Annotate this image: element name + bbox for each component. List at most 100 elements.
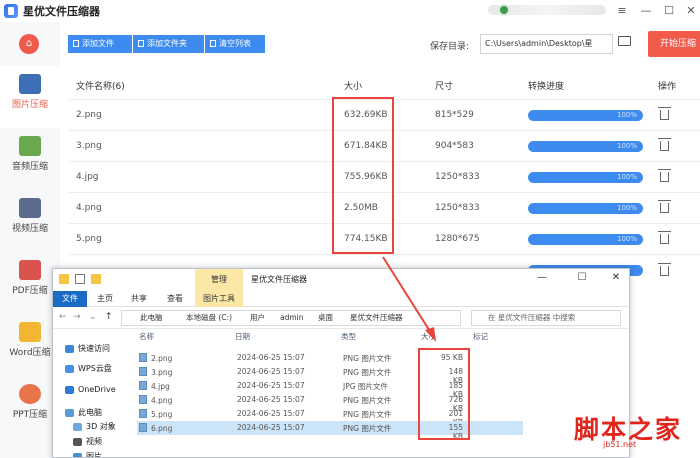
explorer-file-list: 名称 日期 类型 大小 标记 2.png 2024-06-25 15:07 PN…: [135, 331, 629, 457]
file-name: 2.png: [76, 110, 102, 120]
sidebar-item-label: 视频压缩: [11, 224, 48, 234]
breadcrumb-item[interactable]: 本地磁盘 (C:): [186, 311, 232, 325]
explorer-minimize-button[interactable]: —: [535, 272, 549, 283]
explorer-maximize-button[interactable]: ☐: [575, 272, 589, 283]
progress-bar: 100%: [528, 224, 643, 254]
user-avatar[interactable]: [498, 4, 510, 16]
add-folder-button[interactable]: 添加文件夹: [133, 35, 204, 53]
nav-videos[interactable]: 视频: [73, 436, 102, 447]
start-compress-button[interactable]: 开始压缩: [648, 31, 700, 57]
col-size[interactable]: 大小: [421, 331, 436, 345]
nav-label: 此电脑: [78, 408, 102, 417]
tab-home[interactable]: 主页: [91, 291, 119, 307]
clear-icon: [210, 40, 216, 47]
delete-icon[interactable]: [658, 255, 671, 286]
pdf-icon: [19, 260, 41, 280]
sidebar-item-image[interactable]: 图片压缩: [0, 66, 60, 128]
folder-icon: [138, 40, 144, 47]
address-input[interactable]: 此电脑 本地磁盘 (C:) 用户 admin 桌面 星优文件压缩器: [121, 310, 461, 326]
menu-icon[interactable]: ≡: [614, 3, 630, 19]
sidebar-item-word[interactable]: Word压缩: [0, 314, 60, 376]
breadcrumb-item[interactable]: 桌面: [318, 311, 333, 325]
nav-quick-access[interactable]: 快速访问: [65, 343, 110, 354]
sidebar-item-pdf[interactable]: PDF压缩: [0, 252, 60, 314]
col-tags[interactable]: 标记: [473, 331, 488, 345]
breadcrumb-item[interactable]: 星优文件压缩器: [350, 311, 403, 325]
col-name[interactable]: 文件名称(6): [76, 72, 125, 99]
save-dir-input[interactable]: C:\Users\admin\Desktop\星: [480, 34, 613, 54]
file-date: 2024-06-25 15:07: [237, 367, 305, 376]
nav-label: 视频: [86, 437, 102, 446]
file-date: 2024-06-25 15:07: [237, 353, 305, 362]
sidebar-item-ppt[interactable]: PPT压缩: [0, 376, 60, 438]
nav-onedrive[interactable]: OneDrive: [65, 385, 116, 394]
folder-icon: [91, 274, 101, 284]
col-progress: 转换进度: [528, 82, 565, 92]
pc-icon: [65, 408, 74, 417]
progress-text: 100%: [616, 203, 637, 212]
home-icon[interactable]: ⌂: [19, 34, 39, 54]
breadcrumb-item[interactable]: 此电脑: [140, 311, 163, 325]
col-date[interactable]: 日期: [235, 331, 250, 345]
sidebar-item-label: 音频压缩: [11, 162, 48, 172]
save-dir-label: 保存目录:: [430, 42, 470, 52]
up-icon[interactable]: ↑: [105, 312, 113, 322]
nav-wps-cloud[interactable]: WPS云盘: [65, 363, 112, 374]
folder-icon: [59, 274, 69, 284]
progress-text: 100%: [616, 110, 637, 119]
file-type: PNG 图片文件: [343, 424, 392, 433]
recent-dropdown-icon[interactable]: ⌄: [89, 312, 97, 322]
word-icon: [19, 322, 41, 342]
file-type: JPG 图片文件: [343, 382, 388, 391]
delete-icon[interactable]: [658, 193, 671, 223]
tab-file[interactable]: 文件: [53, 291, 87, 307]
highlight-box-explorer-size: [418, 348, 470, 440]
col-size[interactable]: 大小: [344, 72, 362, 99]
delete-icon[interactable]: [658, 224, 671, 254]
ppt-icon: [19, 384, 41, 404]
explorer-title-bar: 管理 星优文件压缩器 — ☐ ✕: [53, 269, 629, 291]
video-icon: [19, 198, 41, 218]
file-date: 2024-06-25 15:07: [237, 381, 305, 390]
breadcrumb-item[interactable]: admin: [280, 311, 304, 325]
nav-pictures[interactable]: 图片: [73, 451, 102, 457]
tab-share[interactable]: 共享: [125, 291, 153, 307]
col-type[interactable]: 类型: [341, 331, 356, 345]
file-dimension: 1280*675: [435, 234, 480, 244]
nav-this-pc[interactable]: 此电脑: [65, 407, 102, 418]
sidebar-item-audio[interactable]: 音频压缩: [0, 128, 60, 190]
image-file-icon: [139, 409, 147, 418]
delete-icon[interactable]: [658, 131, 671, 161]
close-button[interactable]: ✕: [683, 3, 699, 19]
browse-folder-icon[interactable]: [618, 36, 631, 46]
app-title: 星优文件压缩器: [23, 5, 100, 18]
clear-list-button[interactable]: 清空列表: [205, 35, 265, 53]
col-name[interactable]: 名称: [139, 331, 154, 345]
tab-view[interactable]: 查看: [161, 291, 189, 307]
checkbox-icon[interactable]: [75, 274, 85, 284]
nav-3d-objects[interactable]: 3D 对象: [73, 421, 116, 432]
explorer-search-input[interactable]: 在 星优文件压缩器 中搜索: [471, 310, 621, 326]
file-name: 2.png: [151, 354, 173, 363]
sidebar-item-video[interactable]: 视频压缩: [0, 190, 60, 252]
file-name: 3.png: [76, 141, 102, 151]
onedrive-icon: [65, 385, 74, 394]
progress-bar: 100%: [528, 131, 643, 161]
maximize-button[interactable]: ☐: [661, 3, 677, 19]
col-dimension[interactable]: 尺寸: [435, 72, 453, 99]
file-date: 2024-06-25 15:07: [237, 409, 305, 418]
add-file-button[interactable]: 添加文件: [68, 35, 132, 53]
sidebar-item-label: PPT压缩: [12, 410, 48, 420]
file-dimension: 1250*833: [435, 203, 480, 213]
explorer-close-button[interactable]: ✕: [609, 272, 623, 283]
ribbon-manage-label: 管理: [195, 269, 243, 291]
delete-icon[interactable]: [658, 100, 671, 130]
delete-icon[interactable]: [658, 162, 671, 192]
image-file-icon: [139, 395, 147, 404]
forward-icon[interactable]: →: [73, 312, 81, 322]
minimize-button[interactable]: —: [638, 3, 654, 19]
file-name: 4.jpg: [76, 172, 99, 182]
back-icon[interactable]: ←: [59, 312, 67, 322]
breadcrumb-item[interactable]: 用户: [250, 311, 265, 325]
tab-picture-tools[interactable]: 图片工具: [195, 291, 243, 307]
